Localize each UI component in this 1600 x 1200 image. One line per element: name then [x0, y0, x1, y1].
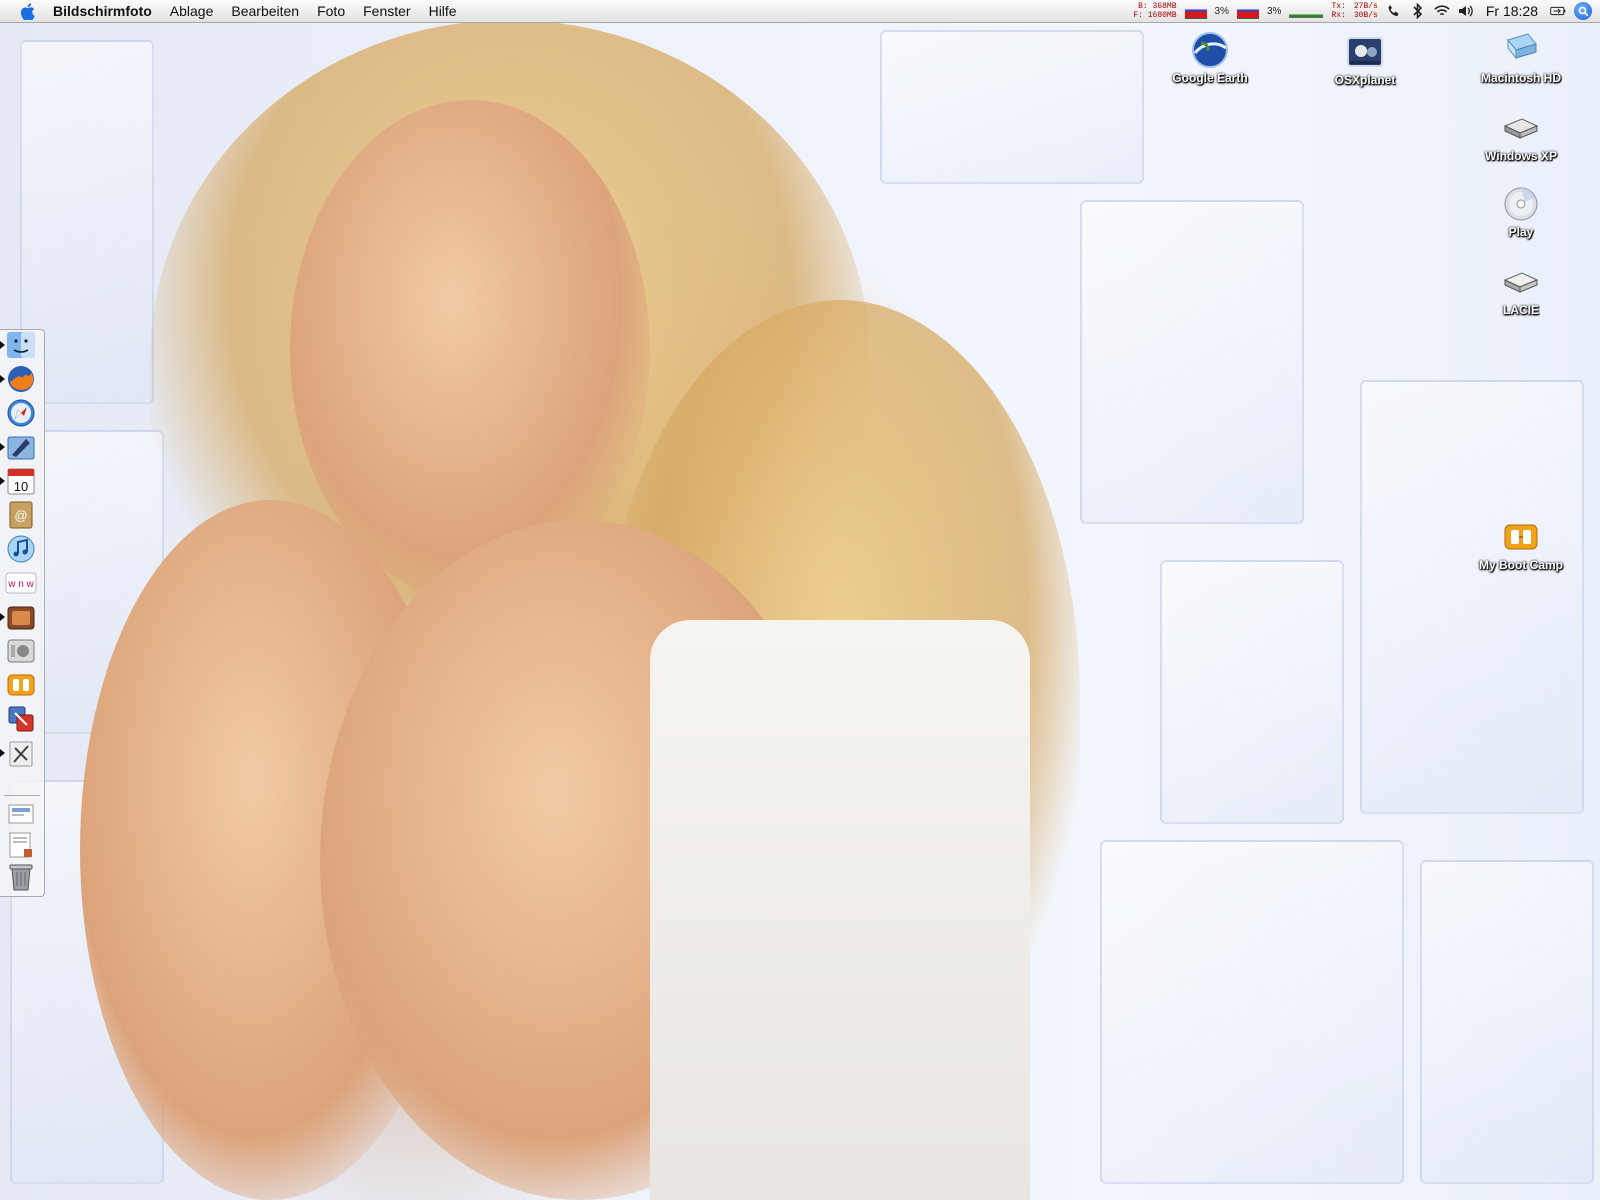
memory-graph[interactable] [1184, 3, 1207, 19]
menu-ablage[interactable]: Ablage [170, 3, 214, 19]
dock: 10 @ w n w [0, 329, 45, 897]
network-readout[interactable]: 27B/s 30B/s [1354, 2, 1378, 20]
desktop-wallpaper [0, 0, 1600, 1200]
system-preferences-icon [6, 637, 36, 665]
cpu-percent-1[interactable]: 3% [1215, 6, 1229, 17]
desktop-icon-windows-xp[interactable]: Windows XP [1466, 108, 1576, 163]
mail-icon [6, 433, 36, 461]
memory-used: B: 368MB [1138, 2, 1177, 11]
transfer-app-icon [6, 704, 36, 734]
menu-bar: Bildschirmfoto Ablage Bearbeiten Foto Fe… [0, 0, 1600, 23]
dock-document-stack-2[interactable] [5, 830, 37, 860]
hard-drive-icon [1501, 30, 1541, 70]
desktop-icon-label: Windows XP [1485, 149, 1557, 163]
cd-disc-icon [1501, 184, 1541, 224]
dock-separator [4, 795, 40, 796]
desktop-icon-label: Play [1508, 225, 1534, 239]
desktop-icon-label: My Boot Camp [1479, 558, 1563, 572]
dock-utilities[interactable] [5, 738, 37, 768]
dock-mail[interactable] [5, 432, 37, 462]
menu-bearbeiten[interactable]: Bearbeiten [231, 3, 299, 19]
desktop-icon-lacie[interactable]: LACIE [1466, 262, 1576, 317]
net-rx-label: Rx: [1331, 11, 1346, 20]
menu-app-name[interactable]: Bildschirmfoto [53, 3, 152, 19]
svg-text:w n w: w n w [7, 579, 34, 590]
menu-foto[interactable]: Foto [317, 3, 345, 19]
dock-safari[interactable] [5, 398, 37, 428]
menu-fenster[interactable]: Fenster [363, 3, 410, 19]
dock-system-preferences[interactable] [5, 636, 37, 666]
dock-ical[interactable]: 10 [5, 466, 37, 496]
svg-text:@: @ [14, 508, 27, 523]
status-menus: B: 368MB F: 1680MB 3% 3% Tx: Rx: 27B/s 3… [1133, 0, 1592, 22]
net-tx: 27B/s [1353, 2, 1378, 11]
desktop-icon-my-boot-camp[interactable]: My Boot Camp [1466, 517, 1576, 572]
osxplanet-icon [1345, 32, 1385, 72]
document-stack-2-icon [6, 831, 36, 859]
document-stack-icon [6, 802, 36, 828]
desktop-icon-macintosh-hd[interactable]: Macintosh HD [1466, 30, 1576, 85]
ical-icon: 10 [6, 466, 36, 496]
dock-trash[interactable] [5, 862, 37, 892]
battery-icon[interactable] [1550, 3, 1566, 19]
trash-icon [8, 862, 34, 892]
dock-address-book[interactable]: @ [5, 500, 37, 530]
safari-icon [6, 398, 36, 428]
dock-boot-camp[interactable] [5, 670, 37, 700]
dock-media-app[interactable] [5, 602, 37, 632]
media-app-icon [6, 603, 36, 631]
dock-www-app[interactable]: w n w [5, 568, 37, 598]
dock-document-stack[interactable] [5, 800, 37, 830]
net-rx: 30B/s [1353, 11, 1378, 20]
wifi-icon[interactable] [1434, 3, 1450, 19]
phone-icon[interactable] [1386, 3, 1402, 19]
network-graph[interactable] [1289, 4, 1324, 18]
desktop-icon-google-earth[interactable]: Google Earth [1155, 30, 1265, 85]
dock-firefox[interactable] [5, 364, 37, 394]
volume-icon[interactable] [1458, 3, 1474, 19]
desktop-icon-label: Google Earth [1172, 71, 1248, 85]
cpu-percent-2[interactable]: 3% [1267, 6, 1281, 17]
boot-camp-icon [6, 671, 36, 699]
menu-clock[interactable]: Fr 18:28 [1486, 3, 1538, 19]
utilities-icon [6, 738, 36, 768]
address-book-icon: @ [7, 500, 35, 530]
itunes-icon [6, 534, 36, 564]
dock-transfer-app[interactable] [5, 704, 37, 734]
spotlight-icon[interactable] [1574, 2, 1592, 20]
memory-free: F: 1680MB [1133, 11, 1177, 20]
bluetooth-icon[interactable] [1410, 3, 1426, 19]
www-icon: w n w [5, 571, 37, 595]
menu-hilfe[interactable]: Hilfe [429, 3, 457, 19]
apple-menu-icon[interactable] [19, 2, 35, 20]
desktop-icon-label: OSXplanet [1334, 73, 1396, 87]
memory-readout[interactable]: B: 368MB F: 1680MB [1133, 2, 1176, 20]
cpu-graph[interactable] [1236, 3, 1259, 19]
dock-finder[interactable] [5, 330, 37, 360]
firefox-icon [6, 364, 36, 394]
desktop-icon-osxplanet[interactable]: OSXplanet [1310, 32, 1420, 87]
finder-icon [6, 331, 36, 359]
desktop-icon-play[interactable]: Play [1466, 184, 1576, 239]
external-drive-icon [1501, 262, 1541, 302]
google-earth-icon [1190, 30, 1230, 70]
svg-text:10: 10 [14, 479, 28, 494]
desktop-icon-label: LACIE [1503, 303, 1539, 317]
boot-camp-icon [1501, 517, 1541, 557]
dock-itunes[interactable] [5, 534, 37, 564]
net-tx-label: Tx: [1331, 2, 1346, 11]
desktop-icon-label: Macintosh HD [1480, 71, 1561, 85]
windows-drive-icon [1501, 108, 1541, 148]
network-labels: Tx: Rx: [1331, 2, 1345, 20]
